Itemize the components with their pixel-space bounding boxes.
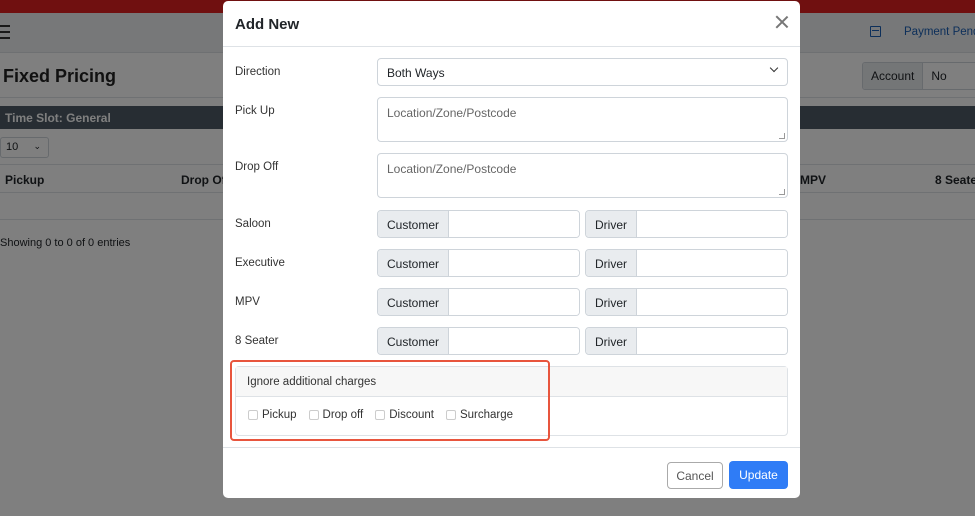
executive-driver-input[interactable] [637,250,787,276]
customer-addon: Customer [378,211,450,237]
checkbox-discount[interactable]: Discount [375,409,434,421]
saloon-driver-input[interactable] [637,211,787,237]
executive-customer-input[interactable] [449,250,579,276]
modal-header: Add New [223,1,800,47]
mpv-customer-group: Customer [377,288,580,316]
executive-customer-group: Customer [377,249,580,277]
saloon-driver-group: Driver [585,210,788,238]
ignore-charges-title: Ignore additional charges [236,367,787,397]
dropoff-input[interactable]: Location/Zone/Postcode [377,153,788,198]
charges-checkbox-group: Pickup Drop off Discount Surcharge [248,409,525,421]
vehicle-label-mpv: MPV [235,296,260,308]
resize-handle-icon[interactable] [779,189,785,195]
vehicle-label-8seater: 8 Seater [235,335,279,347]
customer-addon: Customer [378,250,450,276]
dropoff-placeholder: Location/Zone/Postcode [387,162,517,176]
direction-label: Direction [235,66,281,78]
direction-select[interactable]: Both Ways [377,58,788,86]
checkbox-label: Discount [389,409,434,421]
checkbox-surcharge[interactable]: Surcharge [445,409,514,421]
mpv-driver-input[interactable] [637,289,787,315]
8seater-customer-input[interactable] [449,328,579,354]
8seater-driver-input[interactable] [637,328,787,354]
mpv-driver-group: Driver [585,288,788,316]
driver-addon: Driver [586,211,637,237]
executive-driver-group: Driver [585,249,788,277]
checkbox-pickup[interactable]: Pickup [248,409,297,421]
checkbox-icon[interactable] [248,410,258,420]
vehicle-label-executive: Executive [235,257,285,269]
direction-value: Both Ways [387,66,445,80]
checkbox-icon[interactable] [308,410,319,420]
driver-addon: Driver [586,289,637,315]
driver-addon: Driver [586,250,637,276]
dropoff-label: Drop Off [235,161,279,173]
modal-footer: Cancel Update [223,447,800,498]
checkbox-label: Drop off [322,409,364,421]
add-new-modal: Add New Direction Both Ways Pick Up Loca… [223,1,800,498]
checkbox-label: Surcharge [459,409,514,421]
checkbox-dropoff[interactable]: Drop off [308,409,364,421]
modal-title: Add New [235,16,300,33]
cancel-button[interactable]: Cancel [667,462,723,489]
pickup-input[interactable]: Location/Zone/Postcode [377,97,788,142]
resize-handle-icon[interactable] [779,133,785,139]
checkbox-label: Pickup [262,409,297,421]
customer-addon: Customer [378,328,450,354]
close-icon[interactable] [774,14,790,30]
saloon-customer-group: Customer [377,210,580,238]
checkbox-icon[interactable] [445,410,456,420]
pickup-label: Pick Up [235,105,275,117]
update-button[interactable]: Update [729,461,788,489]
vehicle-label-saloon: Saloon [235,218,271,230]
ignore-charges-card: Ignore additional charges Pickup Drop of… [235,366,788,436]
driver-addon: Driver [586,328,637,354]
saloon-customer-input[interactable] [449,211,579,237]
checkbox-icon[interactable] [375,410,386,420]
mpv-customer-input[interactable] [449,289,579,315]
chevron-down-icon [769,63,779,73]
8seater-customer-group: Customer [377,327,580,355]
pickup-placeholder: Location/Zone/Postcode [387,106,517,120]
8seater-driver-group: Driver [585,327,788,355]
customer-addon: Customer [378,289,450,315]
